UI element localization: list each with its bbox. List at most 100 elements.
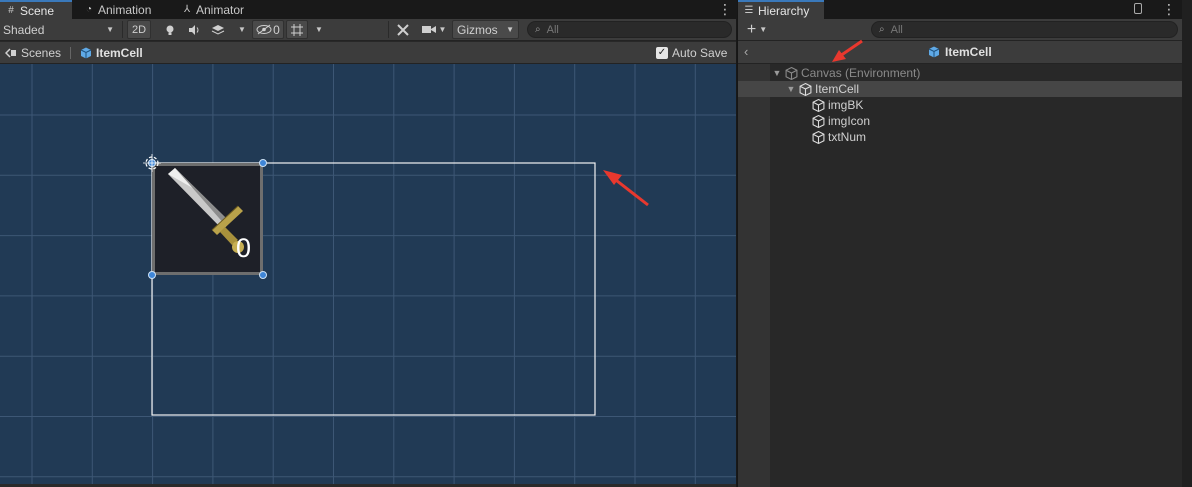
tab-animator[interactable]: ⅄ Animator	[176, 0, 250, 19]
hierarchy-toolbar: + ▼ ⌕ All	[738, 19, 1183, 41]
toolbar-divider	[388, 21, 389, 38]
toggle-2d-label: 2D	[131, 23, 147, 36]
lightbulb-icon	[166, 25, 174, 35]
create-dropdown[interactable]: + ▼	[744, 20, 770, 39]
tree-item-label: ItemCell	[815, 82, 860, 96]
back-chevron-icon[interactable]: ‹	[744, 44, 748, 59]
chevron-down-icon: ▼	[506, 25, 514, 34]
grid-toggle-button[interactable]	[286, 20, 308, 39]
hierarchy-search-placeholder: All	[890, 23, 903, 36]
lock-icon[interactable]	[1134, 3, 1142, 14]
chevron-down-icon: ▼	[106, 25, 114, 34]
tab-animator-label: Animator	[196, 2, 245, 17]
item-count-text: 0	[236, 233, 251, 263]
scene-viewport[interactable]: 0	[0, 64, 736, 484]
chevron-down-icon: ▼	[759, 25, 768, 34]
tools-button[interactable]	[393, 20, 413, 39]
breadcrumb-separator	[70, 47, 71, 59]
clock-icon: ◔	[85, 3, 93, 15]
search-icon: ⌕	[879, 24, 885, 35]
tab-hierarchy[interactable]: ☰ Hierarchy	[738, 0, 824, 19]
prefab-header-title: ItemCell	[928, 45, 992, 59]
effects-dropdown[interactable]: ▼	[236, 20, 248, 39]
tree-item-imgbk[interactable]: imgBK	[738, 97, 1183, 113]
tree-item-imgicon[interactable]: imgIcon	[738, 113, 1183, 129]
tree-item-label: txtNum	[828, 130, 867, 144]
audio-toggle-button[interactable]	[184, 20, 204, 39]
list-icon: ☰	[744, 4, 754, 16]
hierarchy-tab-bar: ☰ Hierarchy ⋮	[738, 0, 1183, 19]
gizmos-dropdown[interactable]: Gizmos ▼	[452, 20, 519, 39]
breadcrumb-scenes[interactable]: Scenes	[5, 45, 61, 61]
tree-item-label: Canvas (Environment)	[801, 66, 921, 80]
camera-dropdown[interactable]: ▼	[418, 20, 450, 39]
chevron-down-icon: ▼	[238, 25, 246, 34]
item-cell-preview[interactable]: 0	[152, 163, 263, 275]
right-edge-panel	[1182, 0, 1192, 487]
prefab-header-name: ItemCell	[945, 45, 992, 59]
shading-mode-value: Shaded	[3, 22, 45, 37]
tab-animation[interactable]: ◔ Animation	[78, 0, 157, 19]
auto-save-label: Auto Save	[672, 46, 728, 60]
tab-scene-label: Scene	[20, 3, 55, 18]
scene-toolbar: Shaded ▼ 2D ▼ 0 ▼ ▼ Gizmos ▼ ⌕ All	[0, 19, 736, 41]
gameobject-cube-icon	[799, 82, 812, 96]
breadcrumb-prefab-name: ItemCell	[96, 46, 143, 60]
hierarchy-panel: ☰ Hierarchy ⋮ + ▼ ⌕ All ‹ ItemCell ▼ Can…	[737, 0, 1183, 487]
hierarchy-more-menu-icon[interactable]: ⋮	[1162, 1, 1176, 17]
expand-arrow-icon[interactable]: ▼	[786, 84, 796, 94]
shading-mode-dropdown[interactable]: Shaded ▼	[3, 20, 118, 39]
gameobject-cube-icon	[785, 66, 798, 80]
layers-icon	[211, 24, 225, 35]
grid-icon: #	[8, 4, 14, 16]
camera-icon	[421, 26, 436, 33]
breadcrumb-prefab[interactable]: ItemCell	[80, 45, 143, 61]
scene-more-menu-icon[interactable]: ⋮	[718, 1, 732, 17]
tab-scene[interactable]: # Scene	[0, 0, 72, 19]
hidden-objects-count: 0	[273, 22, 280, 37]
prefab-mode-header: ‹ ItemCell	[738, 39, 1183, 64]
tree-item-canvas-environment[interactable]: ▼ Canvas (Environment)	[738, 65, 1183, 81]
plus-icon: +	[746, 20, 757, 38]
scene-tab-bar: # Scene ◔ Animation ⅄ Animator ⋮	[0, 0, 736, 19]
scene-search-placeholder: All	[546, 23, 559, 36]
tab-animation-label: Animation	[98, 2, 152, 17]
speaker-icon	[188, 24, 198, 35]
hierarchy-search-input[interactable]: ⌕ All	[871, 21, 1178, 38]
search-icon: ⌕	[535, 24, 541, 35]
breadcrumb-scenes-label: Scenes	[21, 46, 62, 60]
tree-item-label: imgBK	[828, 98, 864, 112]
gameobject-cube-icon	[812, 130, 825, 144]
scene-panel: # Scene ◔ Animation ⅄ Animator ⋮ Shaded …	[0, 0, 736, 487]
auto-save-checkbox[interactable]: ✓	[656, 47, 668, 59]
lighting-toggle-button[interactable]	[160, 20, 180, 39]
gameobject-cube-icon	[812, 114, 825, 128]
handle-bottom-left[interactable]	[148, 271, 156, 279]
expand-arrow-icon[interactable]: ▼	[772, 68, 782, 78]
effects-toggle-button[interactable]	[208, 20, 228, 39]
chevron-down-icon: ▼	[315, 25, 323, 34]
annotation-arrow-icon	[832, 39, 863, 62]
back-scenes-icon	[5, 48, 16, 58]
toolbar-divider	[122, 21, 123, 38]
grid-dropdown[interactable]: ▼	[312, 20, 326, 39]
tree-item-itemcell[interactable]: ▼ ItemCell	[738, 81, 1183, 97]
scene-objects: 0	[143, 154, 649, 416]
toggle-2d-button[interactable]: 2D	[127, 20, 151, 39]
tree-item-txtnum[interactable]: txtNum	[738, 129, 1183, 145]
scene-search-input[interactable]: ⌕ All	[527, 21, 732, 38]
handle-bottom-right[interactable]	[259, 271, 267, 279]
annotation-arrow-icon	[603, 170, 649, 207]
tab-hierarchy-label: Hierarchy	[758, 3, 810, 18]
handle-top-right[interactable]	[259, 159, 267, 167]
grid-snap-icon	[291, 23, 303, 36]
auto-save-toggle[interactable]: ✓ Auto Save	[656, 45, 727, 61]
hidden-objects-toggle[interactable]: 0	[252, 20, 284, 39]
prefab-breadcrumb-bar: Scenes ItemCell ✓ Auto Save	[0, 42, 736, 64]
chevron-down-icon: ▼	[438, 25, 447, 34]
eye-slash-icon	[256, 24, 272, 35]
animator-icon: ⅄	[183, 3, 191, 15]
tools-icon	[397, 23, 409, 36]
gizmos-label: Gizmos	[457, 22, 498, 37]
tree-item-label: imgIcon	[828, 114, 871, 128]
